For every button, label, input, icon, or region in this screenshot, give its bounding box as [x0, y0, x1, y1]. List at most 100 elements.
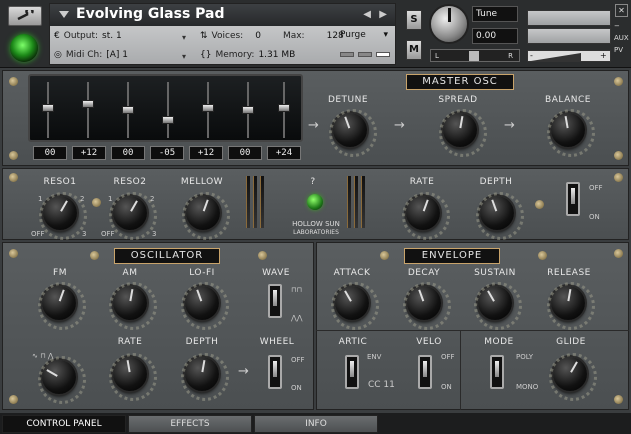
- voices-value: 0: [255, 31, 261, 41]
- semitone-box-1[interactable]: 00: [33, 146, 67, 160]
- volume-slider[interactable]: - +: [527, 50, 611, 62]
- semitone-box-7[interactable]: +24: [267, 146, 301, 160]
- reso1-knob[interactable]: [39, 192, 87, 240]
- wrench-button[interactable]: [8, 6, 42, 26]
- filter-off-label: OFF: [589, 184, 603, 192]
- sustain-knob[interactable]: [474, 282, 522, 330]
- wrench-icon: [17, 10, 34, 21]
- mellow-knob[interactable]: [182, 192, 230, 240]
- am-knob[interactable]: [109, 282, 157, 330]
- output-dropdown-icon[interactable]: ▾: [182, 33, 186, 42]
- balance-knob[interactable]: [547, 109, 595, 157]
- tune-knob[interactable]: [429, 4, 469, 44]
- brand-line1: HOLLOW SUN: [292, 220, 340, 228]
- attack-knob[interactable]: [331, 282, 379, 330]
- close-icon[interactable]: ✕: [615, 4, 628, 17]
- fader-1[interactable]: [42, 82, 54, 138]
- release-knob[interactable]: [547, 282, 595, 330]
- dropdown-triangle-icon[interactable]: [59, 11, 69, 18]
- voices-icon: ⇅: [200, 31, 208, 41]
- reso2-knob[interactable]: [109, 192, 157, 240]
- fader-6[interactable]: [242, 82, 254, 138]
- fader-2[interactable]: [82, 82, 94, 138]
- mode-mono-label: MONO: [516, 383, 539, 391]
- spread-label: SPREAD: [438, 95, 478, 105]
- tab-control-panel[interactable]: CONTROL PANEL: [2, 415, 126, 433]
- purge-meters: [340, 52, 390, 57]
- screw: [9, 395, 18, 404]
- decay-knob[interactable]: [403, 282, 451, 330]
- pan-handle[interactable]: [469, 51, 479, 61]
- pan-slider[interactable]: L R: [430, 49, 520, 62]
- filter-on-off-switch[interactable]: [566, 182, 580, 216]
- osc-rate-knob[interactable]: [109, 353, 157, 401]
- tab-info[interactable]: INFO: [254, 415, 378, 433]
- mute-button[interactable]: M: [406, 40, 422, 60]
- brand-line2: LABORATORIES: [293, 229, 339, 236]
- fader-5[interactable]: [202, 82, 214, 138]
- tune-value[interactable]: 0.00: [472, 28, 518, 44]
- reso1-label: RESO1: [43, 177, 77, 187]
- solo-button[interactable]: S: [406, 10, 422, 30]
- mode-switch[interactable]: [490, 355, 504, 389]
- fader-4[interactable]: [162, 82, 174, 138]
- spread-knob[interactable]: [439, 109, 487, 157]
- tab-effects[interactable]: EFFECTS: [128, 415, 252, 433]
- output-row[interactable]: € Output: st. 1: [54, 31, 122, 41]
- lfo-wave-icons: ∿ ⊓ ⋀: [32, 352, 54, 360]
- purge-label: Purge: [340, 30, 366, 40]
- lfo-waveform-knob[interactable]: [38, 356, 86, 404]
- oscillator-title: OSCILLATOR: [114, 248, 220, 264]
- oscillator-mixer: [28, 74, 303, 142]
- artic-switch[interactable]: [345, 355, 359, 389]
- output-icon: €: [54, 31, 60, 41]
- wave-switch[interactable]: [268, 284, 282, 318]
- help-label[interactable]: ?: [306, 177, 320, 187]
- prev-instrument-icon[interactable]: ◀: [363, 9, 371, 20]
- filter-rate-knob[interactable]: [402, 192, 450, 240]
- divider: [316, 330, 629, 331]
- lofi-label: LO-FI: [189, 268, 215, 278]
- semitone-box-5[interactable]: +12: [189, 146, 223, 160]
- output-value[interactable]: st. 1: [102, 31, 122, 41]
- attack-label: ATTACK: [333, 268, 371, 278]
- semitone-box-3[interactable]: 00: [111, 146, 145, 160]
- balance-label: BALANCE: [545, 95, 591, 105]
- midi-row[interactable]: ◎ Midi Ch: [A] 1: [54, 50, 128, 60]
- semitone-box-4[interactable]: -05: [150, 146, 184, 160]
- sustain-label: SUSTAIN: [474, 268, 516, 278]
- osc-depth-knob[interactable]: [181, 353, 229, 401]
- instrument-info-panel: Evolving Glass Pad ◀ ▶ € Output: st. 1 ▾…: [49, 3, 396, 65]
- filter-on-label: ON: [589, 213, 600, 221]
- filter-depth-knob[interactable]: [476, 192, 524, 240]
- detune-knob[interactable]: [329, 109, 377, 157]
- midi-label: Midi Ch:: [65, 50, 103, 60]
- max-label: Max:: [282, 31, 305, 41]
- midi-value[interactable]: [A] 1: [106, 50, 128, 60]
- midi-dropdown-icon[interactable]: ▾: [182, 52, 186, 61]
- glide-knob[interactable]: [549, 353, 597, 401]
- osc-rate-label: RATE: [117, 337, 143, 347]
- velo-switch[interactable]: [418, 355, 432, 389]
- lofi-knob[interactable]: [181, 282, 229, 330]
- pv-button[interactable]: PV: [614, 46, 623, 54]
- fader-3[interactable]: [122, 82, 134, 138]
- semitone-box-6[interactable]: 00: [228, 146, 262, 160]
- wheel-label: WHEEL: [259, 337, 295, 347]
- fader-7[interactable]: [278, 82, 290, 138]
- decay-label: DECAY: [407, 268, 441, 278]
- screw: [614, 395, 623, 404]
- screw: [614, 249, 623, 258]
- instrument-logo-icon: [10, 34, 38, 62]
- semitone-box-2[interactable]: +12: [72, 146, 106, 160]
- arrow-right-icon: →: [394, 118, 405, 133]
- screw: [614, 151, 623, 160]
- minus-icon[interactable]: −: [614, 22, 620, 30]
- fm-knob[interactable]: [38, 282, 86, 330]
- next-instrument-icon[interactable]: ▶: [379, 9, 387, 20]
- aux-button[interactable]: AUX: [614, 34, 629, 42]
- reso1-2-label: 2: [80, 195, 85, 203]
- screw: [535, 200, 544, 209]
- purge-dropdown[interactable]: Purge ▾: [340, 30, 390, 44]
- wheel-switch[interactable]: [268, 355, 282, 389]
